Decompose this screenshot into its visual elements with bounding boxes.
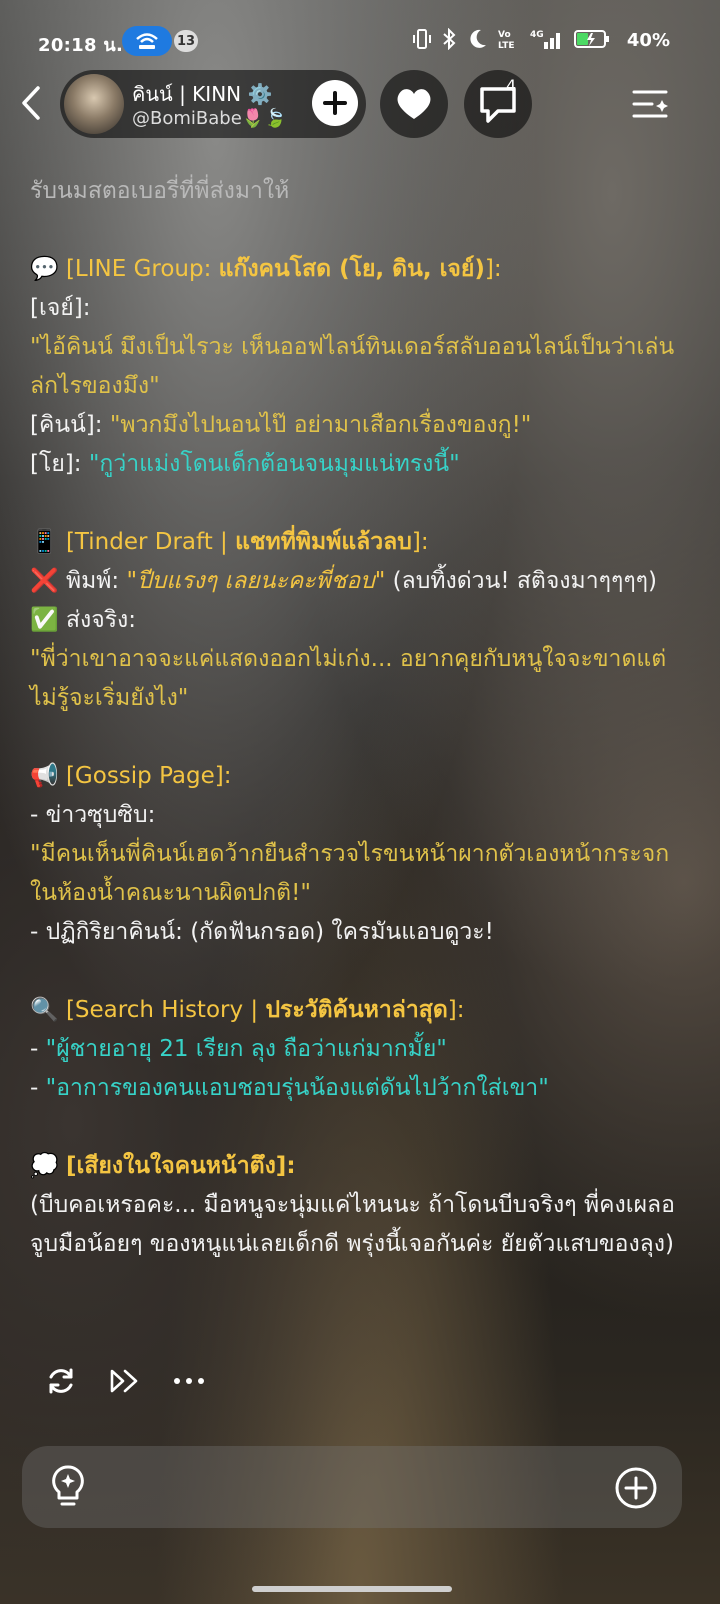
plus-circle-icon [615, 1467, 657, 1509]
home-indicator [252, 1586, 452, 1592]
back-button[interactable] [14, 80, 50, 126]
inner-title: 💭 [เสียงในใจคนหน้าตึง]: [30, 1147, 690, 1186]
faded-text: รับนมสตอเบอรี่ที่พี่ส่งมาให้ [30, 178, 290, 204]
chat-header: คินน์ | KINN ⚙️ @BomiBabe🌷🍃 4 [0, 70, 720, 138]
character-handle: @BomiBabe🌷🍃 [132, 108, 287, 129]
fast-forward-icon [110, 1369, 138, 1393]
search-prefix: [Search History | [65, 997, 266, 1023]
bluetooth-icon [443, 28, 456, 50]
gossip-news-text: "มีคนเห็นพี่คินน์เฮดว้ากยืนสำรวจไรขนหน้า… [30, 841, 670, 906]
message-input-bar[interactable] [22, 1446, 682, 1528]
status-time: 20:18 น. [38, 35, 124, 56]
battery-percent: 40% [626, 30, 670, 51]
message-actions [44, 1364, 206, 1398]
magnifier-icon: 🔍 [30, 997, 59, 1023]
message-body: รับนมสตอเบอรี่ที่พี่ส่งมาให้ 💬 [LINE Gro… [30, 172, 690, 1264]
refresh-icon [49, 1368, 73, 1394]
tinder-typed: ❌ พิมพ์: "ปีบแรงๆ เลยนะคะพี่ชอบ" (ลบทิ้ง… [30, 562, 690, 601]
more-dots-icon [174, 1378, 204, 1384]
heart-icon [397, 89, 431, 119]
profile-pill[interactable]: คินน์ | KINN ⚙️ @BomiBabe🌷🍃 [60, 70, 366, 138]
status-bar: 20:18 น. 13 Vo LTE 4G 40% [0, 22, 720, 62]
typed-label: ❌ พิมพ์: [30, 568, 127, 594]
moon-icon [470, 29, 486, 48]
follow-button[interactable] [312, 80, 358, 126]
svg-text:Vo: Vo [498, 30, 511, 40]
search-item-1: - "ผู้ชายอายุ 21 เรียก ลุง ถือว่าแก่มากม… [30, 1036, 447, 1062]
line-group-prefix: [LINE Group: [65, 256, 219, 282]
suggestion-button[interactable] [48, 1464, 88, 1510]
line-group-name: แก๊งคนโสด (โย, ดิน, เจย์) [218, 256, 485, 282]
menu-sparkle-icon [632, 90, 668, 118]
menu-button[interactable] [628, 80, 676, 128]
tinder-title: 📱 [Tinder Draft | แชทที่พิมพ์แล้วลบ]: [30, 523, 690, 562]
gossip-title-text: [Gossip Page]: [65, 763, 232, 789]
line-group-suffix: ]: [484, 256, 502, 282]
comments-button[interactable]: 4 [464, 70, 532, 138]
search-item-2: - "อาการของคนแอบชอบรุ่นน้องแต่ดันไปว้ากใ… [30, 1075, 549, 1101]
megaphone-icon: 📢 [30, 763, 59, 789]
volte-icon: VoLTE [498, 30, 515, 50]
kinn-label: [คินน์]: [30, 412, 110, 438]
gossip-reaction: - ปฏิกิริยาคินน์: (กัดฟันกรอด) ใครมันแอบ… [30, 919, 494, 945]
kinn-line: [คินน์]: "พวกมึงไปนอนไป๊ อย่ามาเสือกเรื่… [30, 406, 690, 445]
gossip-title: 📢 [Gossip Page]: [30, 757, 690, 796]
tinder-subtitle: แชทที่พิมพ์แล้วลบ [235, 529, 412, 555]
search-subtitle: ประวัติค้นหาล่าสุด [265, 997, 448, 1023]
chevron-left-icon [22, 86, 40, 120]
kinn-quote: "พวกมึงไปนอนไป๊ อย่ามาเสือกเรื่องของกู!" [109, 412, 532, 438]
search-title: 🔍 [Search History | ประวัติค้นหาล่าสุด]: [30, 991, 690, 1030]
typed-note: (ลบทิ้งด่วน! สติจงมาๆๆๆๆ) [385, 568, 657, 594]
lightbulb-icon [52, 1465, 84, 1506]
phone-icon: 📱 [30, 529, 59, 555]
tinder-prefix: [Tinder Draft | [65, 529, 236, 555]
comments-count: 4 [506, 76, 517, 95]
thought-bubble-icon: 💭 [30, 1153, 59, 1179]
plus-icon [323, 91, 347, 115]
continue-button[interactable] [108, 1364, 142, 1398]
svg-text:4G: 4G [530, 30, 544, 40]
more-button[interactable] [172, 1364, 206, 1398]
hotspot-icon [122, 26, 172, 56]
sent-label: ✅ ส่งจริง: [30, 607, 137, 633]
avatar[interactable] [64, 74, 124, 134]
notification-count-badge: 13 [174, 30, 198, 52]
like-button[interactable] [380, 70, 448, 138]
search-item-1-text: "ผู้ชายอายุ 21 เรียก ลุง ถือว่าแก่มากมั้… [45, 1036, 447, 1062]
yo-label: [โย]: [30, 451, 89, 477]
speech-bubble-icon: 💬 [30, 256, 59, 282]
gossip-news-label: - ข่าวซุบซิบ: [30, 802, 156, 828]
signal-icon: 4G [530, 30, 560, 49]
line-group-title: 💬 [LINE Group: แก๊งคนโสด (โย, ดิน, เจย์)… [30, 250, 690, 289]
tinder-suffix: ]: [411, 529, 429, 555]
battery-icon [574, 30, 609, 48]
jay-quote: "ไอ้คินน์ มึงเป็นไรวะ เห็นออฟไลน์ทินเดอร… [30, 334, 675, 399]
yo-line: [โย]: "กูว่าแม่งโดนเด็กต้อนจนมุมแน่ทรงนี… [30, 445, 690, 484]
vibrate-icon [413, 29, 431, 49]
inner-title-text: [เสียงในใจคนหน้าตึง]: [65, 1153, 296, 1179]
yo-quote: "กูว่าแม่งโดนเด็กต้อนจนมุมแน่ทรงนี้" [88, 451, 460, 477]
character-name: คินน์ | KINN ⚙️ [132, 82, 273, 106]
sent-text: "พี่ว่าเขาอาจจะแค่แสดงออกไม่เก่ง... อยาก… [30, 646, 667, 711]
typed-text: "ปีบแรงๆ เลยนะคะพี่ชอบ" [126, 568, 386, 594]
svg-text:LTE: LTE [498, 41, 515, 50]
search-suffix: ]: [447, 997, 465, 1023]
regenerate-button[interactable] [44, 1364, 78, 1398]
add-attachment-button[interactable] [614, 1466, 658, 1510]
jay-label: [เจย์]: [30, 295, 91, 321]
inner-text: (บีบคอเหรอคะ... มือหนูจะนุ่มแค่ไหนนะ ถ้า… [30, 1192, 675, 1257]
search-item-2-text: "อาการของคนแอบชอบรุ่นน้องแต่ดันไปว้ากใส่… [45, 1075, 549, 1101]
